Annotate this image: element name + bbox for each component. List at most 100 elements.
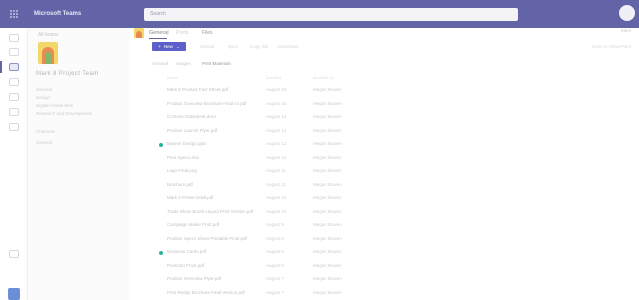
modified-date: August 14 [266, 127, 287, 133]
table-row[interactable]: Postcard Front.pdf August 8 Megan Bowen [130, 262, 639, 274]
activity-icon[interactable] [9, 34, 19, 42]
modified-by: Megan Bowen [313, 195, 342, 200]
table-row[interactable]: Logo Final.png August 11 Megan Bowen [130, 167, 639, 179]
teams-icon[interactable] [9, 63, 19, 71]
copy-link-button[interactable]: Copy link [250, 44, 269, 49]
modified-date: August 10 [266, 208, 287, 214]
modified-date: August 11 [266, 168, 286, 173]
modified-by: Megan Bowen [313, 289, 342, 295]
table-row[interactable]: Print Specs.xlsx August 12 Megan Bowen [130, 154, 639, 166]
file-name[interactable]: Trade Show Booth Layout Print Version.pd… [167, 209, 253, 214]
file-name[interactable]: Product Launch Flyer.pdf [167, 128, 217, 133]
search-input[interactable]: Search [144, 8, 518, 21]
team-menu-item[interactable]: Digital Assets Web [36, 103, 73, 108]
file-name[interactable]: Print Ready Brochure Final Version.pdf [167, 290, 245, 295]
tab-posts[interactable]: Posts [176, 30, 189, 36]
new-button-label: New [163, 44, 173, 49]
modified-by: Megan Bowen [313, 235, 342, 241]
table-row[interactable]: Product Specs Sheet Printable Final.pdf A… [130, 235, 639, 247]
app-rail [0, 28, 28, 300]
open-in-sharepoint-link[interactable]: Open in SharePoint [592, 44, 631, 49]
team-menu-item[interactable]: General [36, 87, 52, 92]
table-row[interactable]: Mark 8 Poster Draft.pdf August 10 Megan Bo… [130, 194, 639, 206]
calls-icon[interactable] [9, 93, 19, 101]
table-row[interactable]: Business Cards.pdf August 8 Megan Bowen [130, 248, 639, 260]
meet-button[interactable]: Meet [621, 28, 631, 33]
column-header-modified[interactable]: Modified [266, 75, 281, 80]
modified-by: Megan Bowen [313, 114, 342, 119]
channels-section-label: Channels [36, 129, 56, 134]
apps-icon[interactable] [9, 250, 19, 258]
modified-by: Megan Bowen [313, 168, 342, 173]
sync-status-icon [159, 251, 163, 255]
download-button[interactable]: Download [278, 44, 298, 49]
file-name[interactable]: Print Specs.xlsx [167, 155, 199, 160]
sync-button[interactable]: Sync [228, 44, 238, 49]
file-name[interactable]: Banner Design.pptx [167, 141, 207, 146]
file-name[interactable]: Postcard Front.pdf [167, 263, 204, 268]
file-name[interactable]: Product Specs Sheet Printable Final.pdf [167, 236, 247, 241]
table-row[interactable]: Brochure.pdf August 11 Megan Bowen [130, 181, 639, 193]
help-icon[interactable] [8, 288, 20, 300]
more-icon[interactable] [9, 123, 19, 131]
table-row[interactable]: Campaign Mailer Print.pdf August 9 Megan B… [130, 221, 639, 233]
breadcrumb-current: Print Materials [202, 61, 231, 66]
breadcrumb-item[interactable]: Images [176, 61, 191, 66]
column-header-name[interactable]: Name [167, 75, 178, 80]
channel-title: General [149, 30, 169, 36]
team-panel: All teams Mark 8 Project Team General De… [28, 28, 130, 300]
file-name[interactable]: Campaign Mailer Print.pdf [167, 222, 219, 227]
breadcrumb-item[interactable]: General [152, 61, 168, 66]
file-name[interactable]: Product Overview Flyer.pdf [167, 276, 221, 281]
waffle-icon [10, 10, 18, 18]
table-row[interactable]: Product Launch Flyer.pdf August 14 Megan B… [130, 127, 639, 139]
modified-by: Megan Bowen [313, 262, 342, 268]
chat-icon[interactable] [9, 48, 19, 56]
table-row[interactable]: Product Overview Flyer.pdf August 7 Megan … [130, 275, 639, 287]
new-button[interactable]: + New ⌄ [152, 42, 186, 51]
modified-by: Megan Bowen [313, 141, 342, 146]
modified-date: August 14 [266, 114, 287, 119]
modified-date: August 12 [266, 154, 287, 160]
team-name[interactable]: Mark 8 Project Team [36, 71, 99, 77]
team-menu-item[interactable]: Design [36, 95, 50, 100]
sync-status-icon [159, 143, 163, 147]
modified-date: August 11 [266, 181, 286, 187]
table-row[interactable]: Mark 8 Product Fact Sheet.pdf August 15 Me… [130, 86, 639, 98]
modified-date: August 9 [266, 222, 284, 227]
all-teams-link[interactable]: All teams [38, 32, 59, 38]
calendar-icon[interactable] [9, 78, 19, 86]
tab-files[interactable]: Files [202, 30, 213, 36]
table-row[interactable]: Product Overview Brochure Final v2.pdf Au… [130, 100, 639, 112]
upload-button[interactable]: Upload [200, 44, 214, 49]
channel-team-logo [134, 28, 144, 38]
table-row[interactable]: Trade Show Booth Layout Print Version.pd… [130, 208, 639, 220]
avatar[interactable] [619, 5, 635, 21]
modified-date: August 7 [266, 289, 284, 295]
file-name[interactable]: Product Overview Brochure Final v2.pdf [167, 101, 247, 106]
file-name[interactable]: Mark 8 Product Fact Sheet.pdf [167, 87, 228, 92]
files-icon[interactable] [9, 108, 19, 116]
file-name[interactable]: Brochure.pdf [167, 182, 193, 187]
file-name[interactable]: Business Cards.pdf [167, 249, 206, 254]
modified-by: Megan Bowen [313, 249, 342, 254]
team-menu-item[interactable]: Research and Development [36, 111, 92, 116]
table-row[interactable]: Banner Design.pptx August 12 Megan Bowen [130, 140, 639, 152]
modified-date: August 7 [266, 276, 284, 281]
app-title: Microsoft Teams [34, 11, 82, 17]
column-header-modified-by[interactable]: Modified By [313, 75, 334, 80]
file-name[interactable]: Logo Final.png [167, 168, 197, 173]
modified-date: August 10 [266, 195, 287, 200]
modified-by: Megan Bowen [313, 208, 342, 214]
modified-date: August 15 [266, 87, 287, 92]
app-launcher-button[interactable] [0, 0, 28, 28]
file-name[interactable]: Contoso Datasheet.docx [167, 114, 216, 119]
modified-by: Megan Bowen [313, 87, 342, 92]
table-row[interactable]: Contoso Datasheet.docx August 14 Megan Bow… [130, 113, 639, 125]
file-name[interactable]: Mark 8 Poster Draft.pdf [167, 195, 214, 200]
team-logo [38, 42, 58, 64]
channel-item-general[interactable]: General [36, 140, 52, 145]
modified-by: Megan Bowen [313, 154, 342, 160]
table-row[interactable]: Print Ready Brochure Final Version.pdf Au… [130, 289, 639, 300]
modified-date: August 12 [266, 141, 287, 146]
